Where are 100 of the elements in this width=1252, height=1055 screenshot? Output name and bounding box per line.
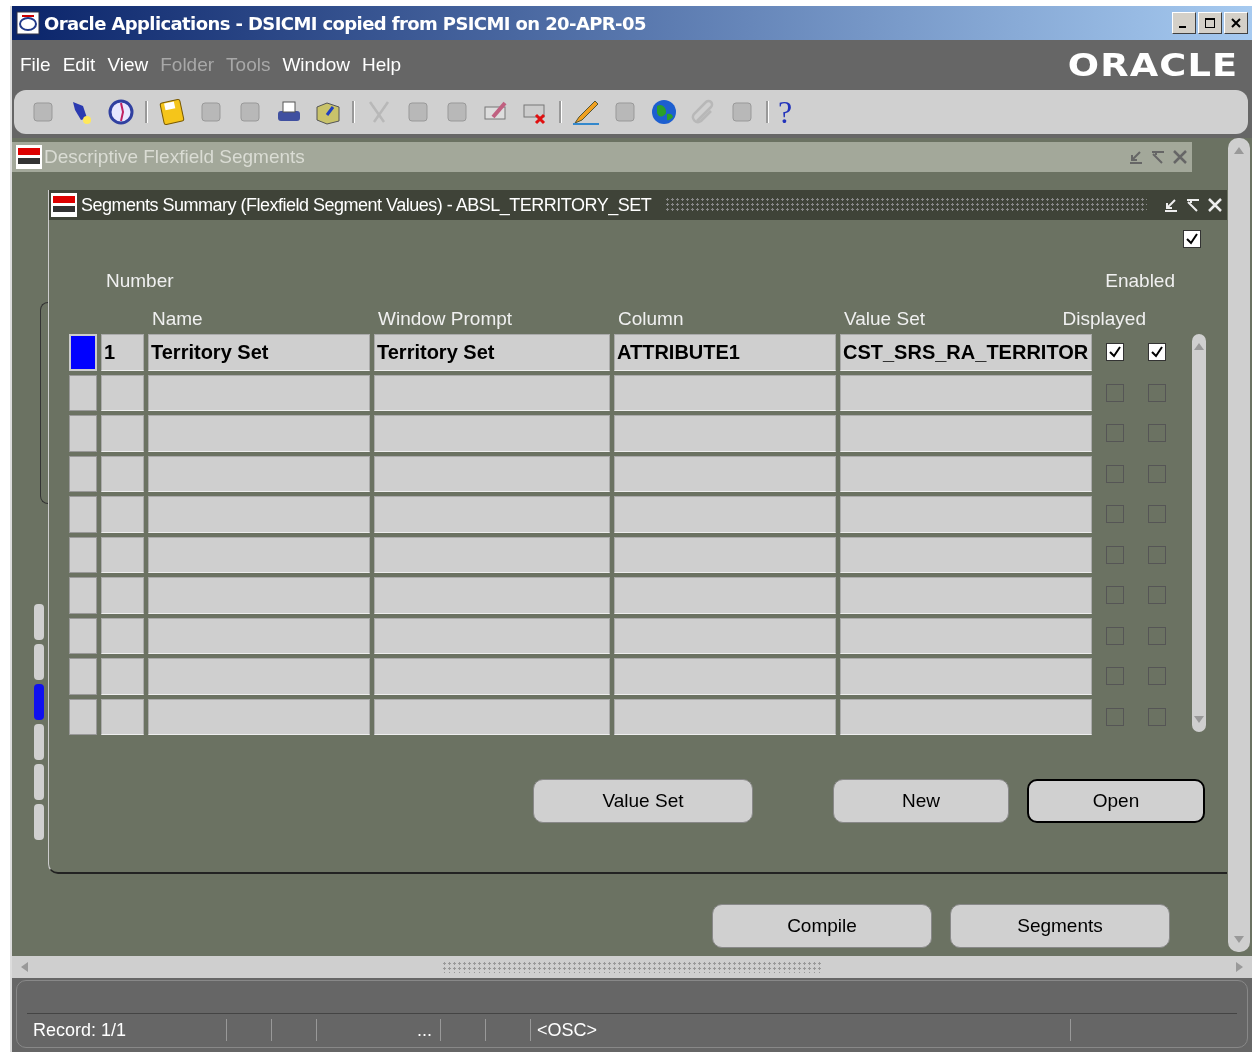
- table-cell[interactable]: [614, 577, 836, 614]
- table-cell[interactable]: [101, 455, 144, 492]
- table-cell[interactable]: [840, 415, 1092, 452]
- checkbox[interactable]: [1106, 505, 1124, 524]
- vertical-scrollbar[interactable]: [1192, 334, 1206, 732]
- menu-item[interactable]: Edit: [62, 54, 104, 76]
- table-cell[interactable]: [374, 577, 610, 614]
- side-tab[interactable]: [34, 804, 44, 840]
- checkbox[interactable]: [1148, 464, 1166, 483]
- checkbox[interactable]: [1148, 707, 1166, 726]
- checkbox[interactable]: [1106, 545, 1124, 564]
- table-cell[interactable]: [374, 536, 610, 573]
- record-indicator[interactable]: [69, 455, 97, 492]
- checkbox[interactable]: [1148, 383, 1166, 402]
- table-cell[interactable]: [101, 374, 144, 411]
- checkbox[interactable]: [1106, 707, 1124, 726]
- table-cell[interactable]: [840, 698, 1092, 735]
- side-tab[interactable]: [34, 604, 44, 640]
- table-cell[interactable]: [148, 698, 370, 735]
- checkbox[interactable]: [1148, 505, 1166, 524]
- table-cell[interactable]: [614, 698, 836, 735]
- table-cell[interactable]: [840, 658, 1092, 695]
- checkbox[interactable]: [1106, 586, 1124, 605]
- side-tab[interactable]: [34, 724, 44, 760]
- checkbox[interactable]: [1148, 667, 1166, 686]
- checkbox[interactable]: [1106, 667, 1124, 686]
- horizontal-scrollbar[interactable]: [12, 956, 1252, 978]
- menu-item[interactable]: Window: [282, 54, 358, 76]
- side-tab[interactable]: [34, 684, 44, 720]
- table-cell[interactable]: CST_SRS_RA_TERRITOR: [840, 334, 1092, 371]
- table-cell[interactable]: [101, 658, 144, 695]
- table-cell[interactable]: [374, 455, 610, 492]
- grip-pattern[interactable]: [665, 197, 1147, 213]
- menu-item[interactable]: File: [20, 54, 59, 76]
- table-cell[interactable]: [148, 536, 370, 573]
- table-cell[interactable]: [148, 617, 370, 654]
- record-indicator[interactable]: [69, 374, 97, 411]
- checkbox[interactable]: [1148, 343, 1166, 362]
- maximize-button[interactable]: [1198, 12, 1222, 34]
- menu-item[interactable]: Help: [362, 54, 410, 76]
- checkbox[interactable]: [1106, 343, 1124, 362]
- table-cell[interactable]: [614, 617, 836, 654]
- table-cell[interactable]: [148, 496, 370, 533]
- record-indicator[interactable]: [69, 617, 97, 654]
- form-button[interactable]: Segments: [950, 904, 1170, 948]
- checkbox[interactable]: [1148, 586, 1166, 605]
- help-button[interactable]: ?: [778, 97, 793, 127]
- minimize-button[interactable]: [1172, 12, 1196, 34]
- record-indicator[interactable]: [69, 334, 97, 371]
- table-cell[interactable]: [840, 536, 1092, 573]
- table-cell[interactable]: [614, 496, 836, 533]
- table-cell[interactable]: [614, 658, 836, 695]
- checkbox[interactable]: [1106, 626, 1124, 645]
- table-cell[interactable]: [840, 496, 1092, 533]
- table-cell[interactable]: 1: [101, 334, 144, 371]
- table-cell[interactable]: [614, 374, 836, 411]
- table-cell[interactable]: [614, 536, 836, 573]
- form-button[interactable]: Compile: [712, 904, 932, 948]
- table-cell[interactable]: Territory Set: [374, 334, 610, 371]
- table-cell[interactable]: Territory Set: [148, 334, 370, 371]
- checkbox[interactable]: [1106, 424, 1124, 443]
- close-button[interactable]: [1224, 12, 1248, 34]
- table-cell[interactable]: [374, 496, 610, 533]
- table-cell[interactable]: [374, 658, 610, 695]
- side-tab[interactable]: [34, 764, 44, 800]
- table-cell[interactable]: [840, 374, 1092, 411]
- scroll-thumb[interactable]: [442, 961, 822, 973]
- table-cell[interactable]: [840, 455, 1092, 492]
- record-indicator[interactable]: [69, 698, 97, 735]
- side-tab[interactable]: [34, 644, 44, 680]
- table-cell[interactable]: [614, 415, 836, 452]
- table-cell[interactable]: [148, 658, 370, 695]
- checkbox[interactable]: [1106, 383, 1124, 402]
- table-cell[interactable]: [101, 415, 144, 452]
- compass-icon[interactable]: [106, 97, 136, 127]
- checkbox[interactable]: [1183, 230, 1201, 248]
- table-cell[interactable]: [374, 374, 610, 411]
- globe-icon[interactable]: [649, 97, 679, 127]
- table-cell[interactable]: [101, 496, 144, 533]
- table-cell[interactable]: [614, 455, 836, 492]
- table-cell[interactable]: [840, 617, 1092, 654]
- dialog-button[interactable]: New: [833, 779, 1009, 823]
- checkbox[interactable]: [1148, 424, 1166, 443]
- table-cell[interactable]: [101, 698, 144, 735]
- table-cell[interactable]: [374, 698, 610, 735]
- menu-item[interactable]: View: [107, 54, 157, 76]
- table-cell[interactable]: [374, 415, 610, 452]
- table-cell[interactable]: [148, 374, 370, 411]
- vertical-scrollbar[interactable]: [1228, 138, 1250, 952]
- table-cell[interactable]: ATTRIBUTE1: [614, 334, 836, 371]
- checkbox[interactable]: [1148, 626, 1166, 645]
- checkbox[interactable]: [1106, 464, 1124, 483]
- table-cell[interactable]: [148, 577, 370, 614]
- dialog-button[interactable]: Value Set: [533, 779, 753, 823]
- table-cell[interactable]: [148, 455, 370, 492]
- table-cell[interactable]: [101, 617, 144, 654]
- table-cell[interactable]: [374, 617, 610, 654]
- record-indicator[interactable]: [69, 536, 97, 573]
- table-cell[interactable]: [101, 577, 144, 614]
- checkbox[interactable]: [1148, 545, 1166, 564]
